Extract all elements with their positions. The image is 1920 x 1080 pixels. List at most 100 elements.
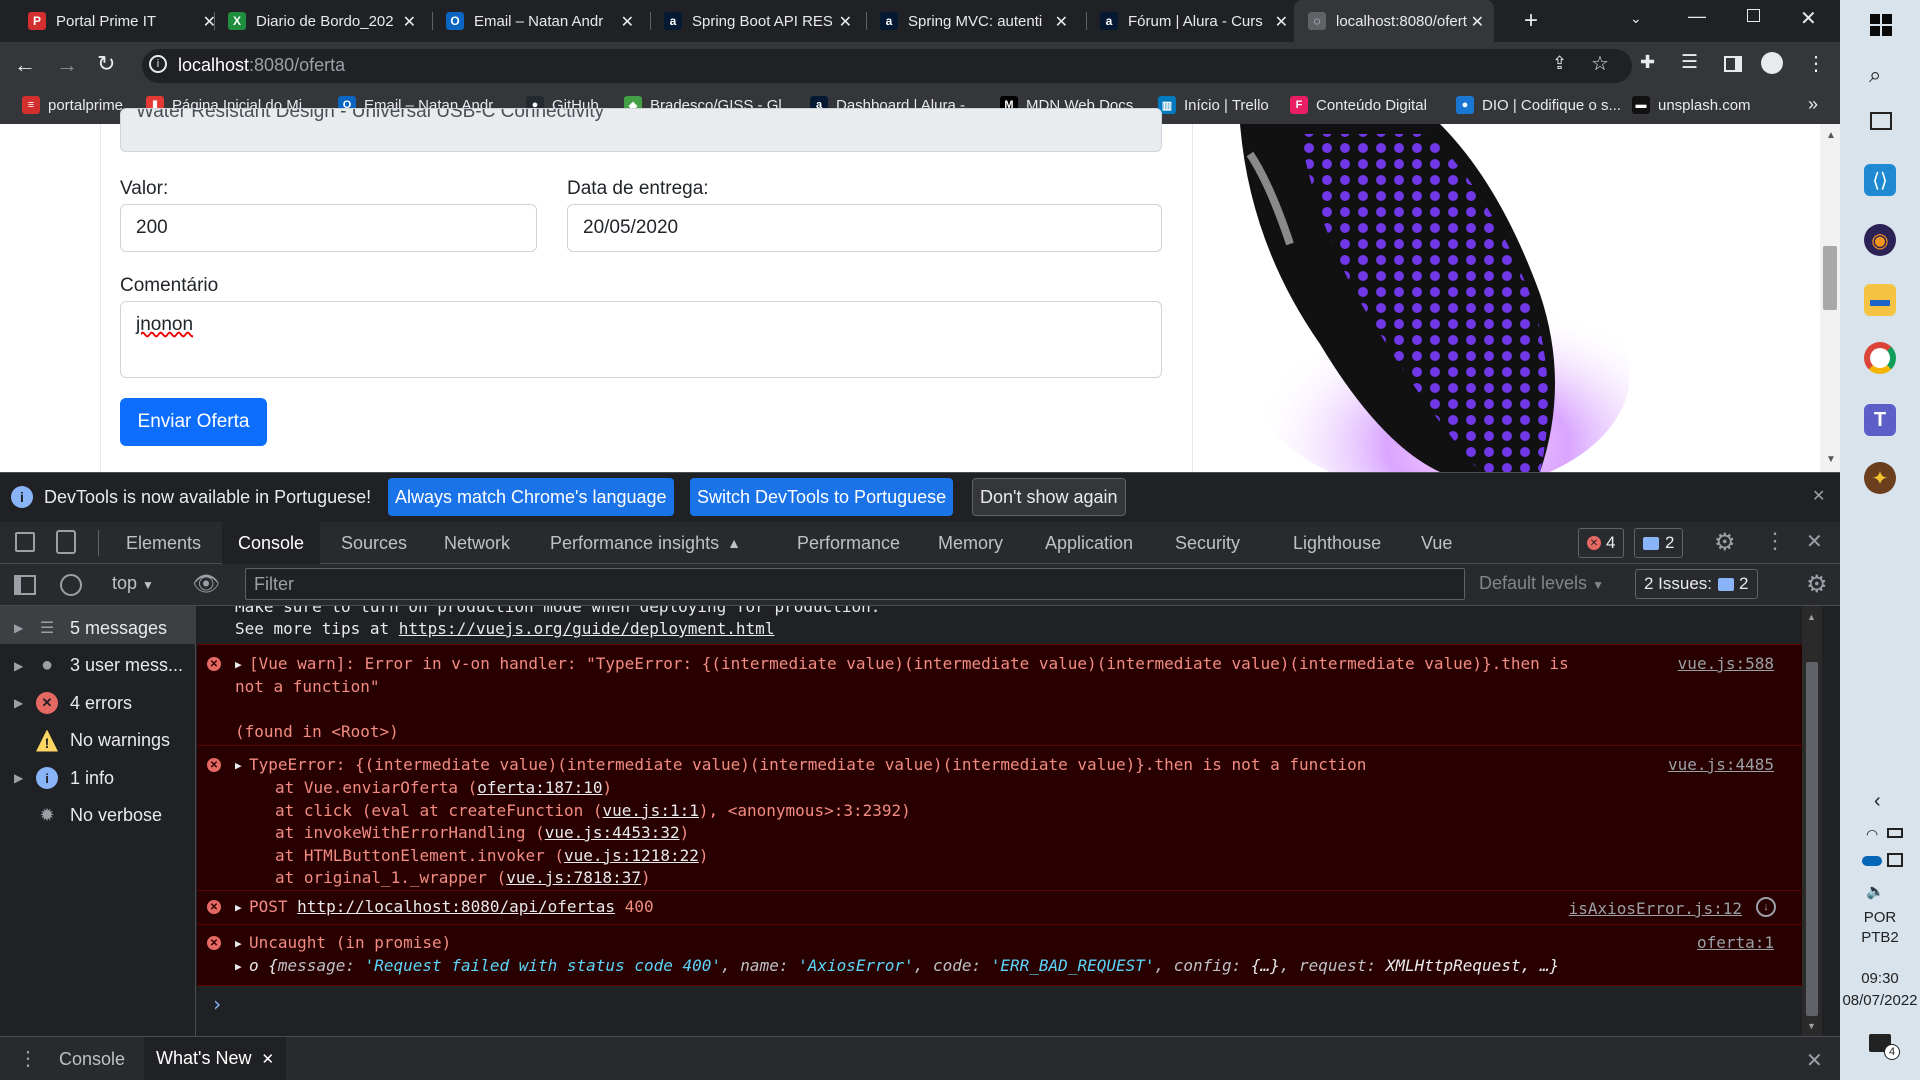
close-tab-icon[interactable]: ✕	[621, 12, 634, 32]
expand-arrow-icon[interactable]: ▶	[14, 771, 36, 785]
expand-arrow-icon[interactable]: ▶	[235, 658, 242, 671]
task-view-icon[interactable]	[1870, 112, 1892, 130]
devtools-tab-sources[interactable]: Sources	[325, 522, 423, 564]
devtools-tab-performance-insights[interactable]: Performance insights ▲	[534, 522, 757, 564]
dont-show-again-button[interactable]: Don't show again	[972, 478, 1126, 516]
browser-tab[interactable]: P Portal Prime IT ✕	[14, 0, 226, 42]
devtools-tab-lighthouse[interactable]: Lighthouse	[1277, 522, 1397, 564]
chrome-menu-icon[interactable]: ⋮	[1806, 51, 1826, 76]
log-levels-dropdown[interactable]: Default levels ▼	[1479, 573, 1604, 594]
switch-devtools-portuguese-button[interactable]: Switch DevTools to Portuguese	[690, 478, 954, 516]
app-icon[interactable]: ✦	[1864, 462, 1896, 494]
bookmark-item[interactable]: F Conteúdo Digital	[1290, 96, 1427, 114]
devtools-menu-icon[interactable]: ⋮	[1764, 528, 1786, 554]
console-filter-input[interactable]: Filter	[245, 568, 1465, 600]
bookmark-item[interactable]: ● DIO | Codifique o s...	[1456, 96, 1621, 114]
search-icon[interactable]: ⌕	[1869, 62, 1881, 88]
console-scroll-down-arrow[interactable]: ▼	[1807, 1021, 1816, 1031]
post-url-link[interactable]: http://localhost:8080/api/ofertas	[297, 897, 615, 916]
browser-tab[interactable]: O Email – Natan Andr ✕	[432, 0, 644, 42]
sidebar-filter-error[interactable]: ▶ ✕ 4 errors	[0, 685, 196, 721]
console-settings-icon[interactable]: ⚙	[1806, 570, 1828, 599]
stack-frame-link[interactable]: vue.js:7818:37	[506, 868, 641, 887]
devtools-tab-network[interactable]: Network	[428, 522, 526, 564]
sidebar-toggle-icon[interactable]	[14, 575, 36, 595]
expand-arrow-icon[interactable]: ▶	[14, 696, 36, 710]
error-counter-button[interactable]: ✕ 4	[1578, 528, 1625, 558]
console-prompt[interactable]: ›	[211, 992, 223, 1016]
forward-icon[interactable]: →	[56, 52, 78, 78]
expand-arrow-icon[interactable]: ▶	[235, 901, 242, 914]
console-scroll-up-arrow[interactable]: ▲	[1807, 612, 1816, 622]
close-window-button[interactable]: ✕	[1800, 6, 1817, 31]
browser-tab[interactable]: X Diario de Bordo_202 ✕	[214, 0, 426, 42]
device-toolbar-icon[interactable]	[56, 530, 76, 554]
new-tab-button[interactable]: +	[1518, 8, 1544, 34]
drawer-tab-whats-new[interactable]: What's New ✕	[144, 1037, 287, 1080]
close-tab-icon[interactable]: ✕	[403, 12, 416, 32]
browser-tab[interactable]: a Fórum | Alura - Curs ✕	[1086, 0, 1298, 42]
browser-tab[interactable]: a Spring MVC: autenti ✕	[866, 0, 1078, 42]
drawer-menu-icon[interactable]: ⋮	[18, 1046, 38, 1071]
inspect-element-icon[interactable]	[15, 532, 35, 552]
back-icon[interactable]: ←	[14, 52, 36, 78]
network-request-icon[interactable]: ↓	[1756, 897, 1776, 917]
close-icon[interactable]: ✕	[261, 1050, 274, 1068]
axios-error-object[interactable]: o {message: 'Request failed with status …	[249, 956, 1559, 975]
sidebar-filter-warning[interactable]: ! No warnings	[0, 723, 196, 759]
share-icon[interactable]: ⇪	[1552, 53, 1567, 74]
minimize-button[interactable]: —	[1688, 6, 1706, 27]
url-text[interactable]: localhost:8080/oferta	[178, 55, 345, 76]
typeerror-source-link[interactable]: vue.js:4485	[1668, 755, 1774, 774]
bookmarks-overflow-button[interactable]: »	[1808, 94, 1818, 115]
file-explorer-icon[interactable]: ▬	[1864, 284, 1896, 316]
maximize-button[interactable]	[1747, 9, 1760, 22]
close-tab-icon[interactable]: ✕	[839, 12, 852, 32]
volume-icon[interactable]: 🔈	[1866, 882, 1885, 900]
sidebar-filter-info[interactable]: ▶ i 1 info	[0, 760, 196, 796]
devtools-tab-application[interactable]: Application	[1029, 522, 1149, 564]
valor-input[interactable]: 200	[120, 204, 537, 252]
drawer-tab-console[interactable]: Console	[59, 1049, 125, 1070]
profile-icon[interactable]	[1761, 52, 1783, 74]
clock[interactable]: 09:30 08/07/2022	[1840, 968, 1920, 1012]
description-textarea[interactable]: Water Resistant Design - Universal USB-C…	[120, 108, 1162, 152]
issues-button[interactable]: 2 Issues: 2	[1635, 569, 1758, 599]
bookmark-star-icon[interactable]: ☆	[1591, 51, 1609, 76]
devtools-tab-console[interactable]: Console	[222, 522, 321, 564]
close-tab-icon[interactable]: ✕	[1055, 12, 1068, 32]
stack-frame-link[interactable]: vue.js:4453:32	[545, 823, 680, 842]
live-expression-eye-icon[interactable]: 👁	[192, 571, 220, 597]
reload-icon[interactable]: ↻	[97, 51, 115, 77]
bookmark-item[interactable]: ▬ unsplash.com	[1632, 96, 1751, 114]
devtools-tab-security[interactable]: Security	[1159, 522, 1256, 564]
side-panel-icon[interactable]	[1724, 56, 1742, 72]
scroll-down-arrow[interactable]: ▼	[1826, 454, 1836, 465]
teams-icon[interactable]: T	[1864, 404, 1896, 436]
console-scrollbar-thumb[interactable]	[1806, 662, 1818, 1016]
post-source-link[interactable]: isAxiosError.js:12	[1569, 899, 1742, 918]
scroll-up-arrow[interactable]: ▲	[1826, 130, 1836, 141]
comentario-textarea[interactable]: jnonon	[120, 301, 1162, 378]
expand-arrow-icon[interactable]: ▶	[14, 659, 36, 673]
drawer-close-icon[interactable]: ✕	[1806, 1048, 1823, 1073]
expand-arrow-icon[interactable]: ▶	[235, 759, 242, 772]
browser-tab[interactable]: a Spring Boot API RES ✕	[650, 0, 862, 42]
browser-tab[interactable]: ◌ localhost:8080/ofert ✕	[1294, 0, 1494, 42]
chrome-icon[interactable]	[1864, 342, 1896, 374]
tab-search-icon[interactable]: ⌄	[1630, 10, 1642, 27]
vscode-icon[interactable]: ⟨⟩	[1864, 164, 1896, 196]
enviar-oferta-button[interactable]: Enviar Oferta	[120, 398, 267, 446]
reading-list-icon[interactable]: ☰	[1681, 51, 1698, 74]
devtools-tab-memory[interactable]: Memory	[922, 522, 1019, 564]
stack-frame-link[interactable]: vue.js:1218:22	[564, 846, 699, 865]
chevron-up-icon[interactable]: ‹	[1874, 790, 1881, 813]
close-tab-icon[interactable]: ✕	[1275, 12, 1288, 32]
display-icon[interactable]	[1887, 853, 1903, 867]
clear-console-icon[interactable]	[60, 574, 82, 596]
close-tab-icon[interactable]: ✕	[1471, 12, 1484, 32]
onedrive-icon[interactable]	[1862, 856, 1882, 866]
devtools-settings-icon[interactable]: ⚙	[1714, 528, 1736, 557]
data-entrega-input[interactable]: 20/05/2020	[567, 204, 1162, 252]
scrollbar-thumb[interactable]	[1823, 246, 1837, 310]
